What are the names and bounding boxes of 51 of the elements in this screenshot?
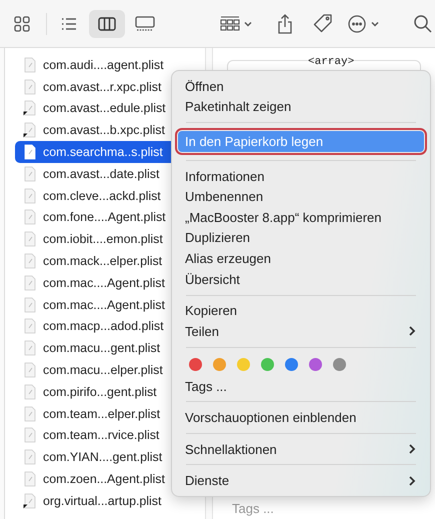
file-name: com.zoen...Agent.plist [43, 472, 165, 486]
file-name: com.macp...adod.plist [43, 319, 164, 334]
file-row[interactable]: org.virtual...artup.plist [15, 490, 205, 512]
file-name: com.macu...gent.plist [43, 341, 160, 356]
gallery-icon [134, 14, 156, 32]
file-name: com.avast...edule.plist [43, 101, 166, 116]
file-name: com.pirifo...gent.plist [43, 384, 157, 399]
menu-item[interactable]: „MacBooster 8.app“ komprimieren [178, 207, 424, 228]
file-name: com.team...elper.plist [43, 406, 160, 421]
file-name: com.cleve...ackd.plist [43, 188, 161, 203]
file-name: com.macu...elper.plist [43, 363, 163, 378]
file-name: com.team...rvice.plist [43, 428, 160, 442]
menu-item[interactable]: Informationen [178, 166, 424, 186]
menu-item[interactable]: Kopieren [178, 300, 424, 322]
tag-color-dot[interactable] [261, 358, 274, 371]
menu-item[interactable]: Paketinhalt zeigen [178, 96, 424, 118]
menu-item[interactable]: Umbenennen [178, 186, 424, 208]
file-name: com.iobit....emon.plist [43, 232, 163, 246]
file-name: com.mac....Agent.plist [43, 298, 165, 312]
tag-color-dot[interactable] [333, 358, 346, 371]
file-name: org.virtual...artup.plist [43, 494, 162, 508]
grid-icon [13, 14, 31, 32]
file-name: com.avast...r.xpc.plist [43, 80, 162, 94]
chevron-icon [408, 325, 416, 338]
file-name: com.YIAN....gent.plist [43, 450, 162, 464]
file-name: com.avast...date.plist [43, 166, 160, 181]
menu-item[interactable]: Vorschauoptionen einblenden [178, 407, 424, 428]
menu-item[interactable]: Öffnen [178, 76, 424, 97]
file-row[interactable]: com.audi....agent.plist [15, 54, 205, 76]
file-name: com.mac....Agent.plist [43, 276, 165, 290]
menu-item[interactable]: Alias erzeugen [178, 248, 424, 269]
menu-item[interactable]: Übersicht [178, 268, 424, 290]
file-name: com.mack...elper.plist [43, 254, 162, 268]
tag-color-dot[interactable] [189, 358, 202, 371]
menu-item[interactable]: Duplizieren [178, 228, 424, 248]
columns-view-button[interactable] [89, 10, 125, 38]
menu-item[interactable]: Dienste [178, 470, 424, 492]
code-line: <array> [307, 56, 356, 68]
columns-icon [97, 14, 117, 32]
tag-color-dot[interactable] [213, 358, 226, 371]
menu-item[interactable]: Schnellaktionen [178, 438, 424, 460]
chevron-icon [408, 443, 416, 456]
file-name: com.searchma..s.plist [43, 145, 163, 160]
file-name: com.audi....agent.plist [43, 58, 164, 72]
tag-color-dot[interactable] [309, 358, 322, 371]
tag-color-dot[interactable] [285, 358, 298, 371]
file-name: com.avast...b.xpc.plist [43, 123, 165, 138]
file-name: com.fone....Agent.plist [43, 210, 166, 224]
tags-label: Tags ... [231, 501, 275, 516]
chevron-icon [408, 474, 416, 487]
tag-color-dot[interactable] [237, 358, 250, 371]
